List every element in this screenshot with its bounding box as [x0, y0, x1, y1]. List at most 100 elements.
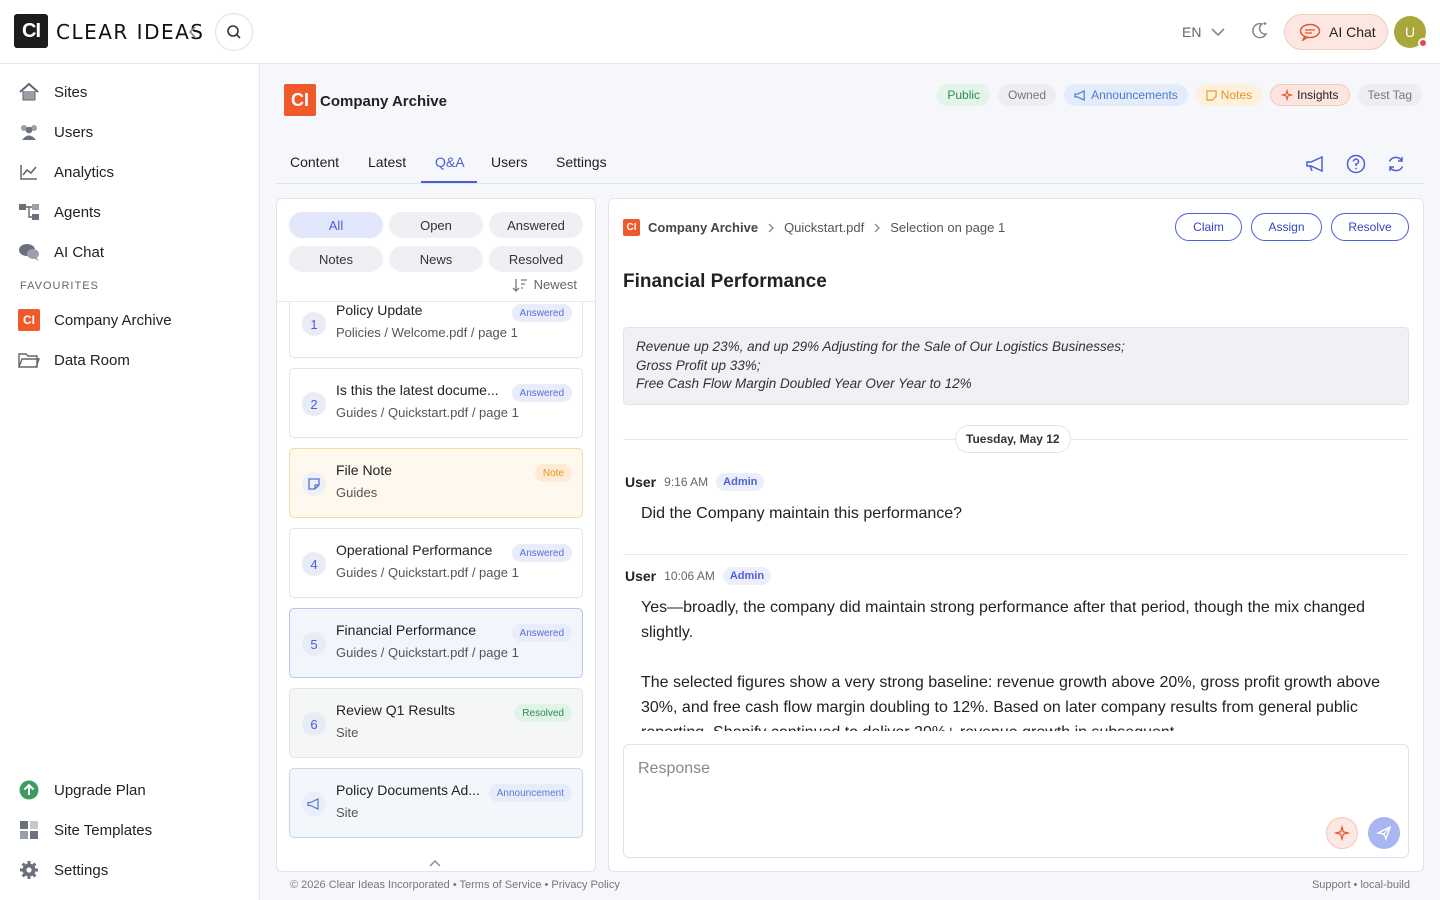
question-list[interactable]: 1 Policy Update Policies / Welcome.pdf /… — [277, 302, 595, 854]
sidebar-item-label: Settings — [54, 861, 109, 879]
sidebar-item-settings[interactable]: Settings — [18, 856, 108, 884]
sidebar-item-upgrade-plan[interactable]: Upgrade Plan — [18, 776, 146, 804]
tag-announcements[interactable]: Announcements — [1064, 84, 1188, 106]
question-title: Policy Documents Ad... — [336, 782, 480, 798]
sidebar-item-site-templates[interactable]: Site Templates — [18, 816, 152, 844]
list-item[interactable]: 1 Policy Update Policies / Welcome.pdf /… — [289, 302, 583, 358]
tag-public[interactable]: Public — [937, 84, 991, 106]
question-source: Guides — [336, 485, 378, 500]
tab-latest[interactable]: Latest — [368, 154, 406, 170]
message-author: User — [625, 568, 657, 584]
sort-label: Newest — [533, 277, 577, 292]
message-author: User — [625, 474, 657, 490]
sidebar-item-label: Sites — [54, 83, 88, 101]
assign-button[interactable]: Assign — [1251, 213, 1322, 241]
tag-label: Notes — [1220, 88, 1253, 102]
sidebar-item-label: Users — [54, 123, 94, 141]
sidebar-item-agents[interactable]: Agents — [18, 198, 101, 226]
sidebar-item-analytics[interactable]: Analytics — [18, 158, 114, 186]
resolve-button[interactable]: Resolve — [1331, 213, 1409, 241]
filter-all[interactable]: All — [289, 212, 383, 238]
status-badge: Answered — [511, 624, 572, 642]
claim-button[interactable]: Claim — [1175, 213, 1242, 241]
response-placeholder: Response — [638, 760, 711, 777]
ai-assist-button[interactable] — [1326, 817, 1358, 849]
ai-chat-button[interactable]: AI Chat — [1284, 14, 1388, 50]
collapse-sidebar-icon[interactable] — [184, 22, 202, 42]
tag-insights[interactable]: Insights — [1270, 84, 1350, 106]
breadcrumb-site[interactable]: Company Archive — [648, 220, 758, 235]
filter-answered[interactable]: Answered — [489, 212, 583, 238]
company-logo-mark: CI — [18, 309, 40, 331]
tab-qa[interactable]: Q&A — [435, 154, 465, 170]
message-time: 10:06 AM — [664, 569, 715, 583]
favourite-item-company-archive[interactable]: CI Company Archive — [18, 306, 172, 334]
favourites-heading: FAVOURITES — [20, 280, 99, 292]
quote-line: Gross Profit up 33%; — [636, 357, 761, 373]
sort-selector[interactable]: Newest — [512, 277, 577, 292]
selection-quote: Revenue up 23%, and up 29% Adjusting for… — [623, 327, 1409, 405]
status-badge: Announcement — [488, 784, 572, 802]
users-icon — [18, 121, 40, 143]
question-title: Is this the latest docume... — [336, 382, 499, 398]
send-button[interactable] — [1368, 817, 1400, 849]
scroll-up-icon[interactable] — [427, 855, 443, 871]
tag-test-tag[interactable]: Test Tag — [1357, 84, 1422, 106]
megaphone-icon — [1074, 89, 1087, 101]
filter-news[interactable]: News — [389, 246, 483, 272]
sidebar-item-label: Agents — [54, 203, 101, 221]
avatar[interactable]: U — [1394, 16, 1428, 48]
filter-notes[interactable]: Notes — [289, 246, 383, 272]
theme-toggle-icon[interactable] — [1248, 20, 1270, 42]
message-scroll-area[interactable]: Yes—broadly, the company did maintain st… — [609, 589, 1423, 731]
list-item[interactable]: 5 Financial Performance Guides / Quickst… — [289, 608, 583, 678]
search-icon — [227, 25, 241, 39]
footer-support[interactable]: Support • local-build — [1312, 879, 1410, 891]
response-input[interactable]: Response — [623, 744, 1409, 858]
question-number: 1 — [302, 312, 326, 336]
sidebar-item-ai-chat[interactable]: AI Chat — [18, 238, 104, 266]
tag-notes[interactable]: Notes — [1195, 84, 1263, 106]
brand-logo-mark[interactable]: CI — [14, 14, 48, 48]
analytics-icon — [18, 161, 40, 183]
question-source: Guides / Quickstart.pdf / page 1 — [336, 565, 519, 580]
search-button[interactable] — [215, 13, 253, 51]
breadcrumb-selection[interactable]: Selection on page 1 — [890, 220, 1005, 235]
ai-chat-label: AI Chat — [1329, 24, 1376, 40]
question-number: 5 — [302, 632, 326, 656]
top-bar: CI CLEAR IDEAS EN AI Chat U — [0, 0, 1440, 64]
list-item[interactable]: 2 Is this the latest docume... Guides / … — [289, 368, 583, 438]
help-icon[interactable] — [1344, 152, 1368, 176]
tag-owned[interactable]: Owned — [998, 84, 1057, 106]
megaphone-icon[interactable] — [1304, 152, 1328, 176]
message-header: User 9:16 AM Admin — [625, 473, 765, 491]
message-paragraph: Yes—broadly, the company did maintain st… — [641, 599, 1365, 641]
page-title: Company Archive — [320, 93, 447, 110]
language-selector[interactable]: EN — [1182, 24, 1201, 40]
list-item[interactable]: 4 Operational Performance Guides / Quick… — [289, 528, 583, 598]
refresh-icon[interactable] — [1384, 152, 1408, 176]
filter-resolved[interactable]: Resolved — [489, 246, 583, 272]
tab-users[interactable]: Users — [491, 154, 528, 170]
gear-icon — [18, 859, 40, 881]
tab-content[interactable]: Content — [290, 154, 339, 170]
note-icon — [1206, 89, 1217, 101]
list-item[interactable]: 6 Review Q1 Results Site Resolved — [289, 688, 583, 758]
brand-name[interactable]: CLEAR IDEAS — [56, 20, 205, 44]
chevron-down-icon[interactable] — [1210, 24, 1226, 43]
status-badge: Answered — [511, 544, 572, 562]
list-item[interactable]: File Note Guides Note — [289, 448, 583, 518]
breadcrumb-file[interactable]: Quickstart.pdf — [784, 220, 864, 235]
sidebar-item-sites[interactable]: Sites — [18, 78, 87, 106]
footer-legal[interactable]: © 2026 Clear Ideas Incorporated • Terms … — [290, 879, 620, 891]
message-time: 9:16 AM — [664, 475, 709, 489]
sparkle-icon — [1281, 89, 1294, 101]
company-logo-icon: CI — [18, 309, 40, 331]
sidebar-item-users[interactable]: Users — [18, 118, 93, 146]
list-item[interactable]: Policy Documents Ad... Site Announcement — [289, 768, 583, 838]
favourite-item-data-room[interactable]: Data Room — [18, 346, 130, 374]
site-logo: CI — [284, 84, 316, 116]
tab-settings[interactable]: Settings — [556, 154, 607, 170]
filter-open[interactable]: Open — [389, 212, 483, 238]
question-number: 6 — [302, 712, 326, 736]
